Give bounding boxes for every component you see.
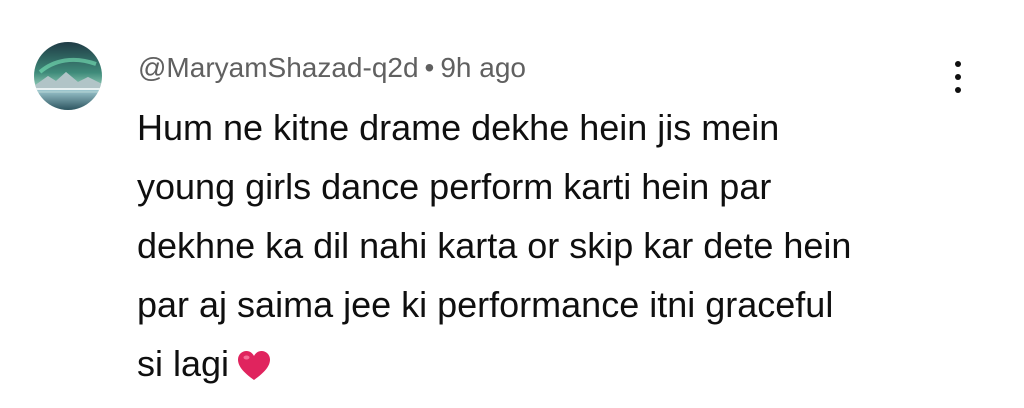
comment-text-line: par aj saima jee ki performance itni gra…: [137, 284, 834, 325]
comment-card: @MaryamShazad-q2d • 9h ago Hum ne kitne dr…: [0, 0, 1024, 408]
more-vertical-icon: [955, 61, 961, 67]
aurora-landscape-avatar-icon: [34, 42, 102, 110]
author-name[interactable]: @MaryamShazad-q2d: [138, 52, 419, 83]
comment-meta: @MaryamShazad-q2d • 9h ago: [138, 50, 526, 86]
heart-icon: [237, 340, 271, 399]
meta-separator: •: [424, 52, 435, 83]
comment-text-last-line: si lagi: [137, 334, 957, 399]
comment-more-button[interactable]: [940, 52, 976, 102]
avatar[interactable]: [34, 42, 102, 110]
more-vertical-dot: [955, 87, 961, 93]
more-vertical-dot: [955, 74, 961, 80]
comment-text-line: dekhne ka dil nahi karta or skip kar det…: [137, 225, 852, 266]
comment-text: Hum ne kitne drame dekhe hein jis mein y…: [137, 98, 957, 399]
comment-text-line: young girls dance perform karti hein par: [137, 166, 772, 207]
comment-text-line: Hum ne kitne drame dekhe hein jis mein: [137, 107, 780, 148]
comment-timestamp[interactable]: 9h ago: [440, 52, 526, 83]
comment-text-line: si lagi: [137, 343, 230, 384]
